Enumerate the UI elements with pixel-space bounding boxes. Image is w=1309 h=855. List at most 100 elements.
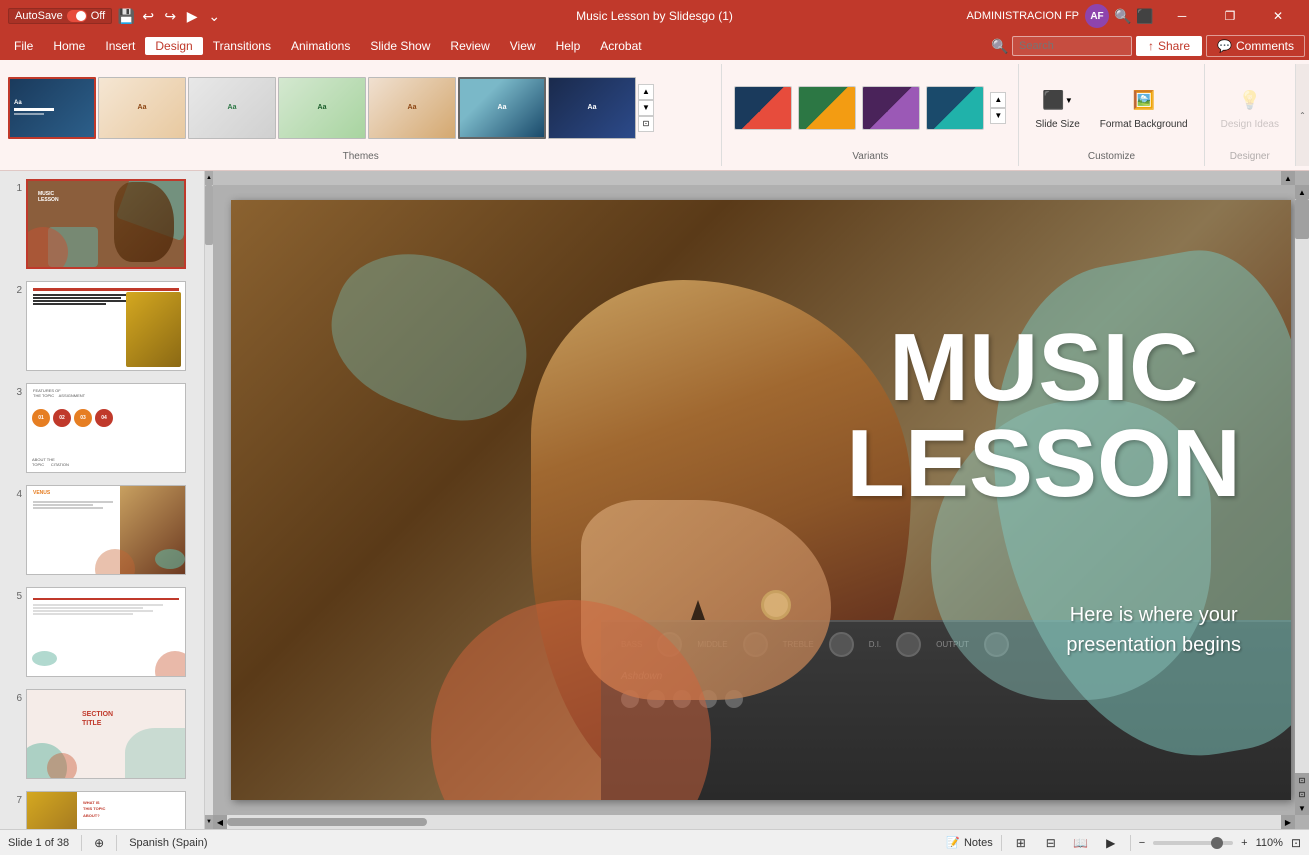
themes-items: Aa Aa Aa Aa Aa — [8, 68, 713, 147]
panel-scroll-thumb — [205, 185, 213, 245]
slide-thumb-5[interactable]: 5 — [0, 579, 204, 681]
slide-thumb-3[interactable]: 3 FEATURES OFTHE TOPIC ASSIGNMENT ABOUT … — [0, 375, 204, 477]
window-controls[interactable]: ─ ❐ ✕ — [1159, 0, 1301, 32]
menu-review[interactable]: Review — [440, 37, 499, 55]
slide-thumb-7[interactable]: 7 WHAT ISTHIS TOPICABOUT? — [0, 783, 204, 829]
slide-number-6: 6 — [4, 689, 22, 704]
menu-help[interactable]: Help — [546, 37, 591, 55]
redo-icon[interactable]: ↪ — [162, 8, 178, 24]
scroll-mid2-btn[interactable]: ⊡ — [1295, 787, 1309, 801]
right-scrollbar[interactable]: ▲ ⊡ ⊡ ▼ — [1295, 185, 1309, 815]
slide-7-thumbnail: WHAT ISTHIS TOPICABOUT? — [26, 791, 186, 829]
zoom-in-btn[interactable]: + — [1241, 837, 1247, 849]
menu-insert[interactable]: Insert — [95, 37, 145, 55]
theme-6[interactable]: Aa — [458, 77, 546, 139]
user-initials: AF — [1090, 11, 1103, 22]
slide-thumb-4[interactable]: 4 VENUS — [0, 477, 204, 579]
hscroll-left-btn[interactable]: ◀ — [213, 815, 227, 829]
slide-thumb-6[interactable]: 6 SECTIONTITLE — [0, 681, 204, 783]
theme-scroll-expand[interactable]: ⊡ — [638, 116, 654, 132]
zoom-slider[interactable] — [1153, 841, 1233, 845]
comments-button[interactable]: 💬 Comments — [1206, 35, 1305, 57]
theme-4[interactable]: Aa — [278, 77, 366, 139]
theme-scroll-down[interactable]: ▼ — [638, 100, 654, 116]
variants-items: ▲ ▼ — [734, 68, 1006, 147]
present-icon[interactable]: ▶ — [184, 8, 200, 24]
slide-panel-scrollbar[interactable]: ▲ ▼ — [205, 171, 213, 829]
ring-detail — [761, 590, 791, 620]
theme-3[interactable]: Aa — [188, 77, 276, 139]
slide-number-7: 7 — [4, 791, 22, 806]
undo-icon[interactable]: ↩ — [140, 8, 156, 24]
slide-4-thumbnail: VENUS — [26, 485, 186, 575]
zoom-out-btn[interactable]: − — [1139, 837, 1145, 849]
save-icon[interactable]: 💾 — [118, 8, 134, 24]
ribbon-collapse-arrow[interactable]: ⌃ — [1295, 64, 1309, 166]
search-icon[interactable]: 🔍 — [1115, 8, 1131, 24]
main-slide-canvas[interactable]: BASS MIDDLE TREBLE D.I. OUTPUT Ashdown — [231, 200, 1291, 800]
menu-transitions[interactable]: Transitions — [203, 37, 281, 55]
customize-label: Customize — [1027, 147, 1195, 162]
menu-animations[interactable]: Animations — [281, 37, 360, 55]
share-button[interactable]: ↑ Share — [1136, 36, 1202, 56]
close-button[interactable]: ✕ — [1255, 0, 1301, 32]
scroll-thumb-v — [1295, 199, 1309, 239]
theme-scroll-up[interactable]: ▲ — [638, 84, 654, 100]
menu-acrobat[interactable]: Acrobat — [590, 37, 651, 55]
normal-view-btn[interactable]: ⊞ — [1010, 834, 1032, 852]
variant-scroll-up[interactable]: ▲ — [990, 92, 1006, 108]
customize-qat-icon[interactable]: ⌄ — [206, 8, 222, 24]
design-ideas-button[interactable]: 💡 Design Ideas — [1213, 83, 1287, 133]
menu-home[interactable]: Home — [43, 37, 95, 55]
menu-view[interactable]: View — [500, 37, 546, 55]
variant-3[interactable] — [862, 86, 920, 130]
ribbon-display-icon[interactable]: ⬛ — [1137, 8, 1153, 24]
reading-view-btn[interactable]: 📖 — [1070, 834, 1092, 852]
variant-4[interactable] — [926, 86, 984, 130]
canvas-bottom-scrollbar[interactable]: ◀ ▶ — [213, 815, 1295, 829]
theme-7[interactable]: Aa — [548, 77, 636, 139]
user-avatar[interactable]: AF — [1085, 4, 1109, 28]
slide-2-thumbnail — [26, 281, 186, 371]
variant-2[interactable] — [798, 86, 856, 130]
notes-button[interactable]: 📝 Notes — [946, 836, 992, 849]
slide-size-button[interactable]: ⬛▼ Slide Size — [1027, 83, 1087, 133]
designer-section: 💡 Design Ideas Designer — [1205, 64, 1295, 166]
panel-scroll-down[interactable]: ▼ — [205, 815, 213, 829]
search-input[interactable] — [1012, 36, 1132, 56]
language: Spanish (Spain) — [129, 837, 207, 849]
slideshow-btn[interactable]: ▶ — [1100, 834, 1122, 852]
variants-label: Variants — [734, 147, 1006, 162]
theme-5[interactable]: Aa — [368, 77, 456, 139]
variant-scroll-down[interactable]: ▼ — [990, 108, 1006, 124]
format-background-button[interactable]: 🖼️ Format Background — [1092, 83, 1196, 133]
slide-thumb-1[interactable]: 1 MUSIC LESSON — [0, 171, 204, 273]
menu-slideshow[interactable]: Slide Show — [360, 37, 440, 55]
minimize-button[interactable]: ─ — [1159, 0, 1205, 32]
autosave-badge[interactable]: AutoSave Off — [8, 8, 112, 24]
hscroll-right-btn[interactable]: ▶ — [1281, 815, 1295, 829]
accessibility-icon[interactable]: ⊕ — [94, 836, 104, 850]
slide-sorter-btn[interactable]: ⊟ — [1040, 834, 1062, 852]
panel-scroll-up[interactable]: ▲ — [205, 171, 213, 185]
scroll-up-btn[interactable]: ▲ — [1295, 185, 1309, 199]
slide-thumb-2[interactable]: 2 — [0, 273, 204, 375]
design-ideas-icon: 💡 — [1234, 85, 1266, 117]
restore-button[interactable]: ❐ — [1207, 0, 1253, 32]
theme-2[interactable]: Aa — [98, 77, 186, 139]
search-ribbon-icon[interactable]: 🔍 — [992, 38, 1008, 54]
title-bar: AutoSave Off 💾 ↩ ↪ ▶ ⌄ Music Lesson by S… — [0, 0, 1309, 32]
canvas-scroll-top[interactable]: ▲ — [1281, 171, 1295, 185]
fit-slide-btn[interactable]: ⊡ — [1291, 836, 1301, 850]
autosave-toggle[interactable] — [67, 10, 87, 22]
theme-1[interactable]: Aa — [8, 77, 96, 139]
menu-design[interactable]: Design — [145, 37, 202, 55]
menu-file[interactable]: File — [4, 37, 43, 55]
slide-subtitle: Here is where yourpresentation begins — [1066, 600, 1241, 660]
status-right: 📝 Notes ⊞ ⊟ 📖 ▶ − + 110% ⊡ — [946, 834, 1301, 852]
scroll-middle-btn[interactable]: ⊡ — [1295, 773, 1309, 787]
scroll-down-btn[interactable]: ▼ — [1295, 801, 1309, 815]
slide-info: Slide 1 of 38 — [8, 837, 69, 849]
status-bar: Slide 1 of 38 ⊕ Spanish (Spain) 📝 Notes … — [0, 829, 1309, 855]
variant-1[interactable] — [734, 86, 792, 130]
